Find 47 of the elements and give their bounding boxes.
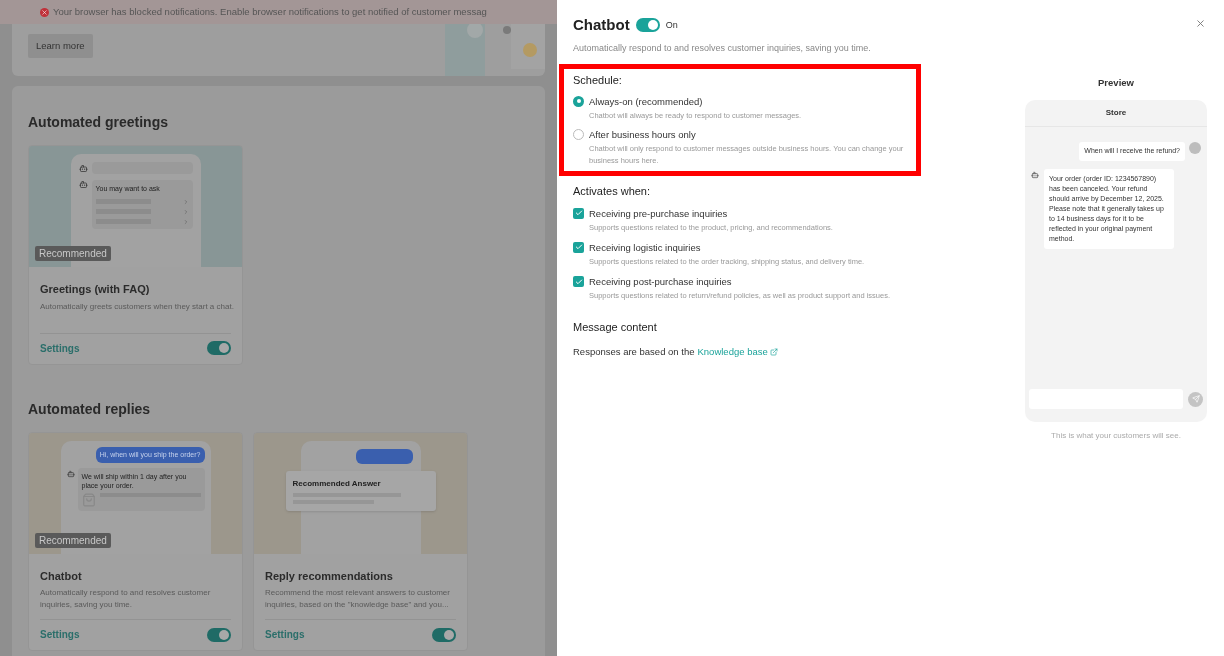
toggle-switch[interactable]	[207, 627, 231, 642]
schedule-title: Schedule:	[573, 73, 623, 88]
bot-icon	[66, 470, 75, 478]
external-link-icon	[769, 347, 778, 356]
toggle-switch[interactable]	[207, 341, 231, 355]
checkbox-label: Receiving post-purchase inquiries	[589, 275, 733, 289]
card-title: Greetings (with FAQ)	[40, 282, 151, 297]
card-title: Chatbot	[40, 568, 83, 584]
activates-title: Activates when:	[573, 184, 652, 199]
checkbox[interactable]	[573, 241, 584, 253]
store-name: Store	[1025, 100, 1207, 128]
knowledge-base-link[interactable]: Knowledge base	[697, 344, 778, 359]
send-icon[interactable]	[1188, 391, 1203, 407]
option-label: After business hours only	[589, 127, 697, 142]
toggle-label: On	[665, 18, 678, 32]
bot-icon	[78, 163, 88, 173]
settings-link[interactable]: Settings	[265, 627, 305, 642]
card-title: Reply recommendations	[265, 568, 394, 584]
checkbox[interactable]	[573, 276, 584, 287]
message-bubble	[355, 448, 413, 464]
checkbox-label: Receiving pre-purchase inquiries	[589, 206, 729, 221]
settings-link[interactable]: Settings	[40, 627, 80, 642]
section-title: Automated replies	[28, 399, 152, 419]
drawer-title: Chatbot	[573, 15, 630, 35]
learn-more-button[interactable]: Learn more	[28, 34, 93, 59]
preview-caption: This is what your customers will see.	[1051, 430, 1181, 443]
toggle-switch[interactable]	[432, 627, 456, 642]
bot-icon	[1031, 170, 1039, 179]
option-label: Always-on (recommended)	[589, 94, 704, 109]
banner-text: Your browser has blocked notifications. Enable browser notifications to get notified of customer messag	[53, 4, 487, 19]
radio-button[interactable]	[573, 95, 584, 107]
avatar-icon	[1189, 142, 1201, 155]
checkbox[interactable]	[573, 207, 584, 219]
illustration-text: Recommended Answer	[292, 477, 382, 490]
settings-link[interactable]: Settings	[40, 340, 80, 356]
preview-title: Preview	[1098, 76, 1134, 90]
toggle-switch[interactable]	[635, 18, 660, 33]
checkbox-label: Receiving logistic inquiries	[589, 240, 702, 255]
close-icon[interactable]	[1195, 18, 1206, 29]
error-icon	[40, 7, 49, 17]
section-title: Automated greetings	[28, 113, 169, 132]
recommended-badge: Recommended	[35, 246, 111, 261]
bot-icon	[78, 180, 88, 189]
message-content-text: Responses are based on the	[573, 344, 695, 359]
drawer-description: Automatically respond to and resolves customer inquiries, saving you time.	[573, 41, 872, 55]
recommended-badge: Recommended	[35, 532, 111, 548]
message-content-title: Message content	[573, 320, 658, 336]
